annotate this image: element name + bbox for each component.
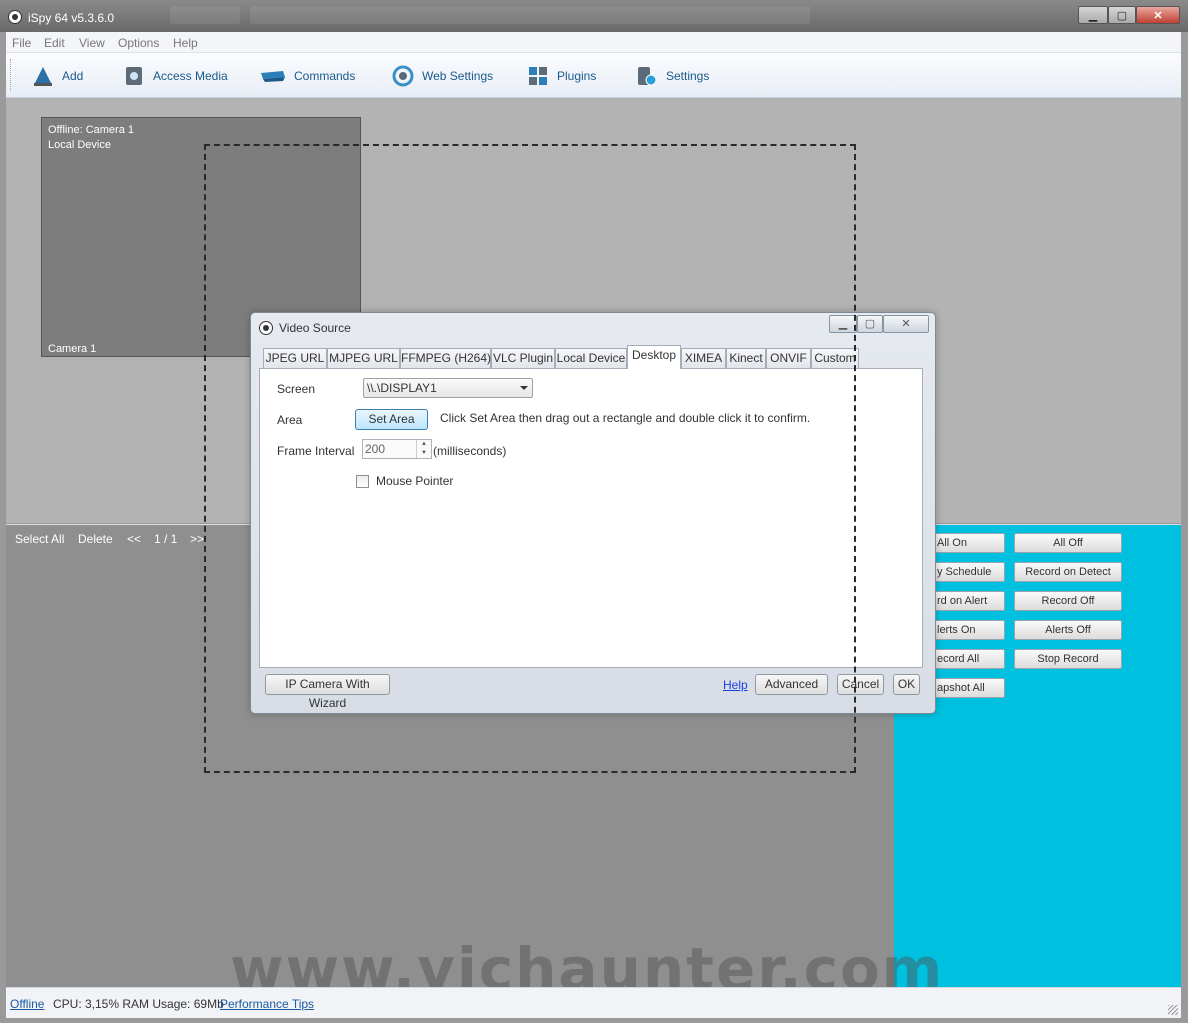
desktop-tab-panel: Screen \\.\DISPLAY1 Area Set Area Click … xyxy=(259,368,923,668)
toolbar-commands[interactable]: Commands xyxy=(259,63,355,89)
tab-kinect[interactable]: Kinect xyxy=(726,348,766,368)
next-page-button[interactable]: >> xyxy=(190,532,204,546)
plugins-icon xyxy=(527,65,549,87)
camera-source: Local Device xyxy=(48,139,111,151)
tab-custom[interactable]: Custom xyxy=(811,348,859,368)
camera-name: Camera 1 xyxy=(48,343,97,355)
maximize-button[interactable]: ▢ xyxy=(1108,6,1136,24)
ok-button[interactable]: OK xyxy=(893,674,920,695)
media-icon xyxy=(123,65,145,87)
title-blur xyxy=(250,6,810,24)
menu-file[interactable]: File xyxy=(12,36,31,50)
mouse-pointer-checkbox[interactable] xyxy=(356,475,369,488)
status-bar: Offline CPU: 3,15% RAM Usage: 69Mb Perfo… xyxy=(6,987,1181,1018)
toolbar-commands-label: Commands xyxy=(294,69,356,83)
tab-mjpeg-url[interactable]: MJPEG URL xyxy=(327,348,400,368)
screen-select[interactable]: \\.\DISPLAY1 xyxy=(363,378,533,398)
cancel-button[interactable]: Cancel xyxy=(837,674,884,695)
menu-help[interactable]: Help xyxy=(173,36,198,50)
ip-camera-wizard-button[interactable]: IP Camera With Wizard xyxy=(265,674,390,710)
tab-ffmpeg[interactable]: FFMPEG (H264) xyxy=(400,348,491,368)
toolbar-plugins-label: Plugins xyxy=(557,69,597,83)
tab-desktop[interactable]: Desktop xyxy=(627,345,681,369)
frame-interval-label: Frame Interval xyxy=(277,444,355,458)
frame-interval-input[interactable]: 200 ▲ ▼ xyxy=(362,439,432,459)
advanced-button[interactable]: Advanced xyxy=(755,674,828,695)
area-label: Area xyxy=(277,413,303,427)
app-eye-icon xyxy=(8,10,22,24)
performance-tips-link[interactable]: Performance Tips xyxy=(220,997,314,1011)
title-blur xyxy=(170,6,240,24)
menu-edit[interactable]: Edit xyxy=(44,36,65,50)
screen-select-value: \\.\DISPLAY1 xyxy=(367,381,437,395)
screen-label: Screen xyxy=(277,382,316,396)
settings-icon xyxy=(636,65,658,87)
toolbar-settings[interactable]: Settings xyxy=(636,63,709,89)
source-tabs: JPEG URL MJPEG URL FFMPEG (H264) VLC Plu… xyxy=(259,345,929,369)
toolbar-access-media-label: Access Media xyxy=(153,69,228,83)
tab-local-device[interactable]: Local Device xyxy=(555,348,627,368)
toolbar-add-label: Add xyxy=(62,69,84,83)
tab-ximea[interactable]: XIMEA xyxy=(681,348,726,368)
menu-bar: File Edit View Options Help xyxy=(6,32,1181,53)
stop-record-button[interactable]: Stop Record xyxy=(1014,649,1122,669)
window-title: iSpy 64 v5.3.6.0 xyxy=(28,11,115,25)
camera-status: Offline: Camera 1 xyxy=(48,124,135,136)
commands-icon xyxy=(259,65,286,87)
close-button[interactable]: ✕ xyxy=(1136,6,1180,24)
toolbar-plugins[interactable]: Plugins xyxy=(527,63,596,89)
tab-vlc-plugin[interactable]: VLC Plugin xyxy=(491,348,555,368)
chevron-down-icon xyxy=(520,386,528,390)
toolbar: Add Access Media Commands Web Settings P… xyxy=(6,53,1181,98)
control-panel: All On y Schedule rd on Alert lerts On e… xyxy=(894,524,1181,987)
title-bar xyxy=(0,0,1188,32)
area-hint: Click Set Area then drag out a rectangle… xyxy=(440,411,811,425)
delete-button[interactable]: Delete xyxy=(78,532,113,546)
resource-usage: CPU: 3,15% RAM Usage: 69Mb xyxy=(53,997,224,1011)
record-off-button[interactable]: Record Off xyxy=(1014,591,1122,611)
toolbar-web-settings[interactable]: Web Settings xyxy=(392,63,493,89)
video-source-dialog: Video Source ▁ ▢ ✕ JPEG URL MJPEG URL FF… xyxy=(250,312,936,714)
menu-view[interactable]: View xyxy=(79,36,105,50)
help-link[interactable]: Help xyxy=(723,678,748,692)
select-all-button[interactable]: Select All xyxy=(15,532,64,546)
page-indicator: 1 / 1 xyxy=(154,532,178,546)
mouse-pointer-label: Mouse Pointer xyxy=(376,474,454,488)
toolbar-web-settings-label: Web Settings xyxy=(422,69,494,83)
toolbar-settings-label: Settings xyxy=(666,69,710,83)
dialog-eye-icon xyxy=(259,321,273,335)
toolbar-add[interactable]: Add xyxy=(32,63,83,89)
frame-interval-unit: (milliseconds) xyxy=(433,444,507,458)
frame-interval-value: 200 xyxy=(365,442,386,456)
alerts-off-button[interactable]: Alerts Off xyxy=(1014,620,1122,640)
toolbar-access-media[interactable]: Access Media xyxy=(123,63,228,89)
set-area-button[interactable]: Set Area xyxy=(355,409,428,430)
offline-link[interactable]: Offline xyxy=(10,997,44,1011)
record-on-detect-button[interactable]: Record on Detect xyxy=(1014,562,1122,582)
prev-page-button[interactable]: << xyxy=(127,532,141,546)
tab-jpeg-url[interactable]: JPEG URL xyxy=(263,348,327,368)
dialog-maximize-button[interactable]: ▢ xyxy=(857,315,883,333)
resize-grip[interactable] xyxy=(1168,1005,1178,1015)
web-icon xyxy=(392,65,414,87)
menu-options[interactable]: Options xyxy=(118,36,159,50)
dialog-minimize-button[interactable]: ▁ xyxy=(829,315,857,333)
add-camera-icon xyxy=(32,65,54,87)
tab-onvif[interactable]: ONVIF xyxy=(766,348,811,368)
spin-up-icon[interactable]: ▲ xyxy=(416,440,431,449)
toolbar-grip xyxy=(10,59,13,91)
dialog-title: Video Source xyxy=(279,321,351,335)
minimize-button[interactable]: ▁ xyxy=(1078,6,1108,24)
all-off-button[interactable]: All Off xyxy=(1014,533,1122,553)
spin-down-icon[interactable]: ▼ xyxy=(416,449,431,458)
dialog-close-button[interactable]: ✕ xyxy=(883,315,929,333)
